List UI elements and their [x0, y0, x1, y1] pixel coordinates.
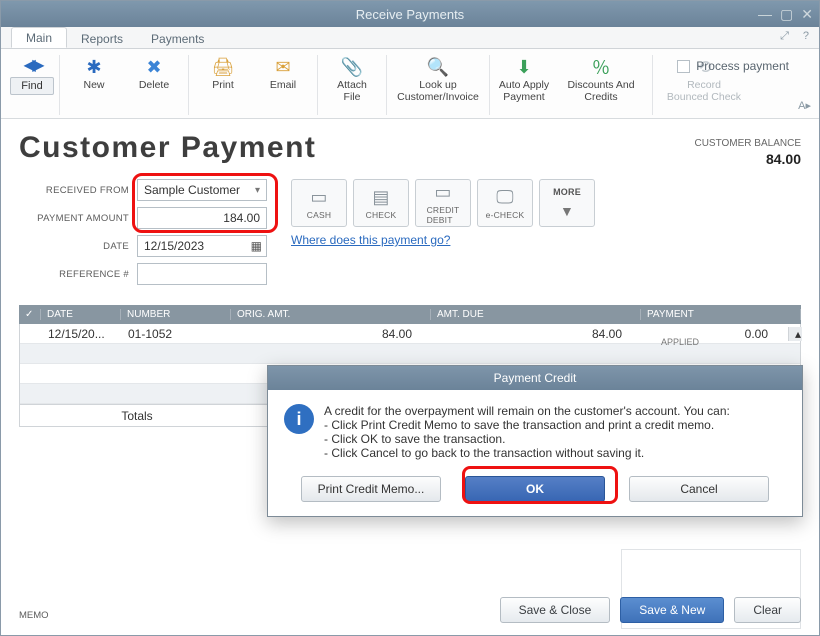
paytype-credit[interactable]: ▭CREDIT DEBIT [415, 179, 471, 227]
ok-button[interactable]: OK [465, 476, 605, 502]
clear-button[interactable]: Clear [734, 597, 801, 623]
nav-fwd-icon[interactable]: ▶ [32, 57, 40, 74]
reference-input[interactable] [137, 263, 267, 285]
calendar-icon[interactable]: ▦ [251, 239, 262, 253]
paytype-echeck[interactable]: 🖵e-CHECK [477, 179, 533, 227]
info-icon: i [284, 404, 314, 434]
received-from-label: RECEIVED FROM [19, 185, 137, 196]
where-payment-goes-link[interactable]: Where does this payment go? [291, 233, 450, 247]
window-title: Receive Payments [356, 7, 464, 22]
tab-main[interactable]: Main [11, 27, 67, 48]
memo-label: MEMO [19, 610, 49, 621]
dialog-text-line1: A credit for the overpayment will remain… [324, 404, 786, 418]
print-credit-memo-button[interactable]: Print Credit Memo... [301, 476, 441, 502]
process-payment-label: Process payment [696, 59, 789, 73]
date-input[interactable]: 12/15/2023▦ [137, 235, 267, 257]
help-icon[interactable]: ? [803, 30, 809, 43]
auto-apply-button[interactable]: ⬇Auto Apply Payment [496, 53, 552, 103]
payment-credit-dialog: Payment Credit i A credit for the overpa… [267, 365, 803, 517]
col-date: DATE [41, 309, 121, 320]
payment-amount-input[interactable]: 184.00 [137, 207, 267, 229]
ribbon-more-icon[interactable]: A▸ [798, 99, 811, 112]
scrollbar-icon[interactable]: ▴ [788, 327, 802, 341]
col-amt-due: AMT. DUE [431, 309, 641, 320]
tab-payments[interactable]: Payments [137, 29, 218, 48]
check-icon: ▤ [372, 187, 389, 208]
find-button[interactable]: Find [10, 77, 53, 95]
expand-icon[interactable]: ⤢ [780, 30, 789, 43]
table-row[interactable] [20, 344, 800, 364]
customer-balance-label: CUSTOMER BALANCE [694, 138, 801, 149]
save-new-button[interactable]: Save & New [620, 597, 724, 623]
received-from-select[interactable]: Sample Customer▾ [137, 179, 267, 201]
cash-icon: ▭ [310, 187, 327, 208]
paytype-more[interactable]: MORE▼ [539, 179, 595, 227]
cancel-button[interactable]: Cancel [629, 476, 769, 502]
credit-card-icon: ▭ [434, 182, 451, 203]
email-button[interactable]: ✉Email [255, 53, 311, 91]
page-title: Customer Payment [19, 131, 316, 165]
print-button[interactable]: 🖨Print [195, 53, 251, 91]
row-due: 84.00 [432, 327, 642, 341]
close-icon[interactable]: ✕ [801, 6, 813, 23]
customer-balance-value: 84.00 [694, 151, 801, 167]
paytype-cash[interactable]: ▭CASH [291, 179, 347, 227]
col-number: NUMBER [121, 309, 231, 320]
process-payment-checkbox[interactable] [677, 60, 690, 73]
dialog-text-bullet2: - Click OK to save the transaction. [324, 432, 786, 446]
dialog-text-bullet1: - Click Print Credit Memo to save the tr… [324, 418, 786, 432]
payment-amount-label: PAYMENT AMOUNT [19, 213, 137, 224]
dialog-title: Payment Credit [268, 366, 802, 390]
invoice-grid-header: ✓ DATE NUMBER ORIG. AMT. AMT. DUE PAYMEN… [19, 305, 801, 324]
titlebar: Receive Payments — ▢ ✕ [1, 1, 819, 27]
delete-button[interactable]: ✖Delete [126, 53, 182, 91]
paytype-check[interactable]: ▤CHECK [353, 179, 409, 227]
save-close-button[interactable]: Save & Close [500, 597, 611, 623]
chevron-down-icon: ▼ [560, 203, 574, 219]
maximize-icon[interactable]: ▢ [780, 6, 793, 23]
new-button[interactable]: ✱New [66, 53, 122, 91]
col-orig-amt: ORIG. AMT. [231, 309, 431, 320]
col-check: ✓ [19, 309, 41, 320]
row-number: 01-1052 [122, 327, 232, 341]
ribbon: ◀ ▶ Find ✱New ✖Delete 🖨Print ✉Email 📎Att… [1, 49, 819, 119]
attach-file-button[interactable]: 📎Attach File [324, 53, 380, 103]
minimize-icon[interactable]: — [758, 6, 772, 23]
applied-label: APPLIED [661, 337, 699, 347]
nav-back-icon[interactable]: ◀ [23, 57, 31, 74]
chevron-down-icon: ▾ [255, 185, 260, 196]
row-orig: 84.00 [232, 327, 432, 341]
row-date: 12/15/20... [42, 327, 122, 341]
dialog-text-bullet3: - Click Cancel to go back to the transac… [324, 446, 786, 460]
date-label: DATE [19, 241, 137, 252]
totals-label: Totals [42, 409, 232, 423]
tab-reports[interactable]: Reports [67, 29, 137, 48]
col-payment: PAYMENT [641, 309, 801, 320]
reference-label: REFERENCE # [19, 269, 137, 280]
tabs-bar: Main Reports Payments ⤢ ? [1, 27, 819, 49]
echeck-icon: 🖵 [496, 187, 514, 208]
discounts-credits-button[interactable]: ％Discounts And Credits [556, 53, 646, 103]
lookup-customer-button[interactable]: 🔍Look up Customer/Invoice [393, 53, 483, 103]
